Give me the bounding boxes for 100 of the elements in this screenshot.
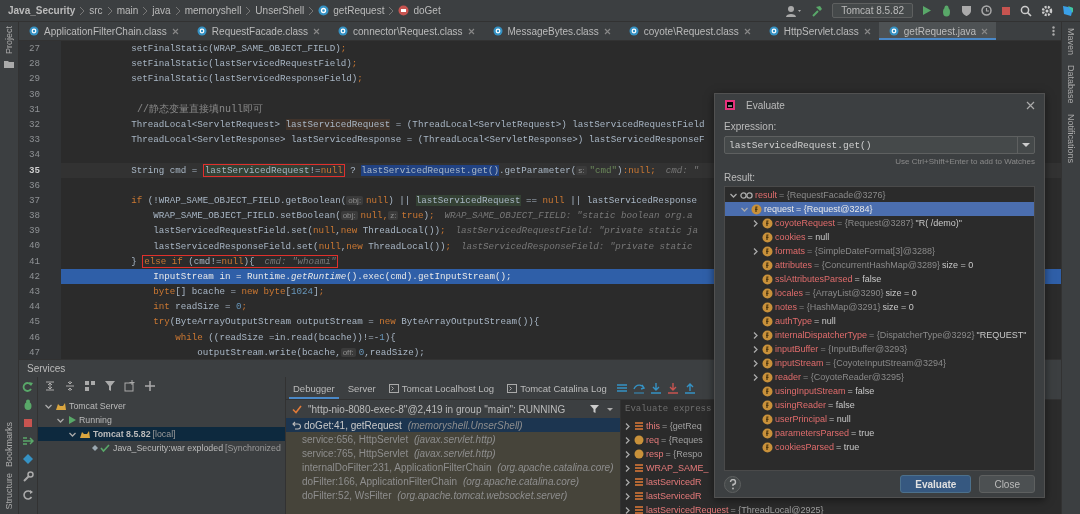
breadcrumb-item[interactable]: java xyxy=(152,5,171,16)
code-text: setFinalStatic(lastServicedRequestField); xyxy=(130,58,358,70)
breadcrumb-item[interactable]: Java_Security xyxy=(8,5,76,16)
parameter-hint: s: xyxy=(576,165,587,175)
stack-frame[interactable]: service:765, HttpServlet (javax.servlet.http) xyxy=(286,446,620,460)
variable-name: resp xyxy=(646,449,664,459)
file-tab[interactable]: coyote\Request.class xyxy=(618,22,759,40)
panel-tab[interactable]: Tomcat Catalina Log xyxy=(503,377,611,399)
tool-window-tab[interactable]: Notifications xyxy=(1066,113,1076,163)
file-tab[interactable]: HttpServlet.class xyxy=(758,22,879,40)
panel-title: Services xyxy=(27,363,66,374)
evaluate-field[interactable]: Evaluate express xyxy=(623,402,713,416)
variable-name: usingInputStream xyxy=(775,386,846,396)
line-number: 38 xyxy=(19,208,61,224)
variable-value: = {Reques xyxy=(661,435,703,445)
breadcrumb-item[interactable]: main xyxy=(116,5,139,16)
variable-value: = {Respo xyxy=(665,449,703,459)
tool-window-tab[interactable]: Structure xyxy=(4,473,14,510)
code-text: ThreadLocal<ServletResponse> lastServicedResponse = (ThreadLocal<ServletResponse>) lastServicedResponseF xyxy=(130,134,705,146)
tree-item-suffix: [Synchronized xyxy=(225,443,281,453)
stack-frame[interactable]: internalDoFilter:231, ApplicationFilterChain (org.apache.catalina.core) xyxy=(286,460,620,474)
code-text: int readSize = 0; xyxy=(152,301,247,313)
tree-item[interactable]: Tomcat 8.5.82 xyxy=(93,429,151,439)
run-configuration-dropdown[interactable]: Tomcat 8.5.82 xyxy=(832,3,913,18)
breadcrumb-item[interactable]: src xyxy=(89,5,103,16)
variable-name: lastServicedRequest xyxy=(646,505,729,514)
variable-name: cookies xyxy=(775,232,806,242)
variable-name: formats xyxy=(775,246,805,256)
thread-dropdown[interactable]: "http-nio-8080-exec-8"@2,419 in group "main": RUNNING xyxy=(286,400,620,418)
line-number: 40 xyxy=(19,238,61,254)
line-number: 27 xyxy=(19,41,61,57)
inline-value-hint: lastServicedResponseField: "private static xyxy=(460,240,693,252)
breadcrumb-item[interactable]: getRequest xyxy=(333,5,385,16)
variable-type: = {DispatcherType@3292} xyxy=(869,330,975,340)
code-text: String cmd = xyxy=(130,164,199,176)
code-text: setFinalStatic(lastServicedResponseField); xyxy=(130,73,363,85)
line-number: 28 xyxy=(19,56,61,72)
tool-window-tab[interactable]: Project xyxy=(4,26,14,54)
code-text: if (!WRAP_SAME_OBJECT_FIELD.getBoolean( xyxy=(130,194,347,206)
file-tab[interactable]: connector\Request.class xyxy=(328,22,483,40)
code-text: null, xyxy=(360,210,389,222)
field-label: Expression: xyxy=(724,121,778,132)
variable-type: = {Request@3284} xyxy=(796,204,873,214)
panel-tab[interactable]: Debugger xyxy=(289,377,339,399)
code-text: null) || lastServicedRequest == null || lastServicedResponse xyxy=(366,194,697,206)
stack-frame[interactable]: service:656, HttpServlet (javax.servlet.http) xyxy=(286,432,620,446)
variable-value: = true xyxy=(851,428,875,438)
variable-type: = {ConcurrentHashMap@3289} xyxy=(814,260,940,270)
stack-frame[interactable]: doFilter:52, WsFilter (org.apache.tomcat.websocket.server) xyxy=(286,488,620,502)
expression-input[interactable]: lastServicedRequest.get() xyxy=(725,137,1018,153)
tree-item[interactable]: Java_Security:war exploded xyxy=(113,443,224,453)
variable-name: coyoteRequest xyxy=(775,218,836,228)
variable-type: = {SimpleDateFormat[3]@3288} xyxy=(807,246,935,256)
variable-name: internalDispatcherType xyxy=(775,330,868,340)
breadcrumb-item[interactable]: doGet xyxy=(413,5,441,16)
highlighted-code: else if (cmd!=null){ cmd: "whoami" xyxy=(142,254,339,268)
expression-field[interactable]: lastServicedRequest.get() xyxy=(724,136,1035,154)
line-number: 44 xyxy=(19,299,61,315)
inline-value-hint: WRAP_SAME_OBJECT_FIELD: "static boolean org.a xyxy=(444,210,693,222)
breadcrumb-item[interactable]: memoryshell xyxy=(184,5,242,16)
tool-window-tab[interactable]: Maven xyxy=(1066,28,1076,55)
variable-name: request xyxy=(764,204,795,214)
variable-name: result xyxy=(755,190,777,200)
panel-tab[interactable]: Tomcat Localhost Log xyxy=(384,377,499,399)
file-tab[interactable]: ApplicationFilterChain.class xyxy=(19,22,187,40)
code-text: } xyxy=(130,255,138,267)
tool-window-tab[interactable]: Bookmarks xyxy=(4,422,14,468)
file-tab[interactable]: MessageBytes.class xyxy=(482,22,619,40)
variable-value: = true xyxy=(836,442,860,452)
close-button[interactable]: Close xyxy=(979,475,1035,493)
tree-item[interactable]: Running xyxy=(79,415,112,425)
code-text: ? lastServicedRequest.get().getParameter( xyxy=(349,164,577,176)
variable-name: WRAP_SAME_ xyxy=(646,463,709,473)
stack-frame[interactable]: doFilter:166, ApplicationFilterChain (org.apache.catalina.core) xyxy=(286,474,620,488)
evaluate-button[interactable]: Evaluate xyxy=(900,475,972,493)
line-number: 39 xyxy=(19,223,61,239)
code-text: ThreadLocal<ServletRequest> lastServicedRequest = (ThreadLocal<ServletRequest>) lastServicedRequestField xyxy=(130,119,705,131)
variable-name: inputStream xyxy=(775,358,824,368)
line-number: 33 xyxy=(19,132,61,148)
line-number: 43 xyxy=(19,284,61,300)
variable-value: "REQUEST" xyxy=(976,330,1027,340)
variable-name: locales xyxy=(775,288,803,298)
code-text: InputStream in = Runtime.getRuntime().exec(cmd).getInputStream(); xyxy=(152,270,512,282)
code-text: 0,readSize); xyxy=(358,346,425,358)
file-tab[interactable]: getRequest.java xyxy=(878,22,997,40)
variable-value: size = 0 xyxy=(942,260,974,270)
tool-window-tab[interactable]: Database xyxy=(1066,65,1076,104)
variable-name: req xyxy=(646,435,659,445)
line-number: 34 xyxy=(19,147,61,163)
variable-name: notes xyxy=(775,302,798,312)
file-tab[interactable]: RequestFacade.class xyxy=(186,22,328,40)
code-text: outputStream.write(bcache, xyxy=(196,346,341,358)
variable-value: = null xyxy=(814,316,836,326)
hint-text: Use Ctrl+Shift+Enter to add to Watches xyxy=(894,157,1035,166)
variable-type: = {Request@3287} xyxy=(837,218,914,228)
panel-tab[interactable]: Server xyxy=(343,377,380,399)
variable-name: lastServicedR xyxy=(646,477,702,487)
breadcrumb-item[interactable]: UnserShell xyxy=(255,5,305,16)
stack-frame[interactable]: doGet:41, getRequest (memoryshell.UnserShell) xyxy=(286,418,620,432)
tree-item[interactable]: Tomcat Server xyxy=(69,401,126,411)
